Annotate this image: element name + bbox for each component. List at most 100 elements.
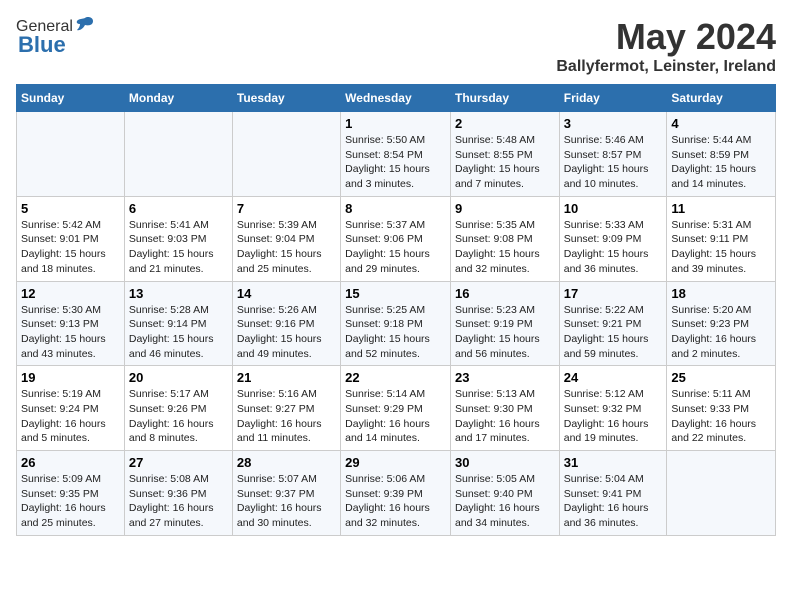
day-number: 1 bbox=[345, 116, 446, 131]
day-info: Sunrise: 5:35 AMSunset: 9:08 PMDaylight:… bbox=[455, 218, 555, 277]
day-info: Sunrise: 5:17 AMSunset: 9:26 PMDaylight:… bbox=[129, 387, 228, 446]
day-number: 19 bbox=[21, 370, 120, 385]
calendar-cell: 28 Sunrise: 5:07 AMSunset: 9:37 PMDayligh… bbox=[232, 451, 340, 536]
day-info: Sunrise: 5:04 AMSunset: 9:41 PMDaylight:… bbox=[564, 472, 663, 531]
day-info: Sunrise: 5:11 AMSunset: 9:33 PMDaylight:… bbox=[671, 387, 771, 446]
day-number: 3 bbox=[564, 116, 663, 131]
calendar-cell: 6 Sunrise: 5:41 AMSunset: 9:03 PMDaylight… bbox=[124, 196, 232, 281]
calendar-cell: 22 Sunrise: 5:14 AMSunset: 9:29 PMDayligh… bbox=[341, 366, 451, 451]
logo-blue-text: Blue bbox=[18, 32, 66, 58]
day-info: Sunrise: 5:28 AMSunset: 9:14 PMDaylight:… bbox=[129, 303, 228, 362]
calendar-cell: 3 Sunrise: 5:46 AMSunset: 8:57 PMDaylight… bbox=[559, 112, 667, 197]
day-info: Sunrise: 5:14 AMSunset: 9:29 PMDaylight:… bbox=[345, 387, 446, 446]
calendar-cell: 14Sunrise: 5:26 AMSunset: 9:16 PMDayligh… bbox=[232, 281, 340, 366]
day-number: 26 bbox=[21, 455, 120, 470]
day-info: Sunrise: 5:46 AMSunset: 8:57 PMDaylight:… bbox=[564, 133, 663, 192]
day-info: Sunrise: 5:26 AMSunset: 9:16 PMDaylight:… bbox=[237, 303, 336, 362]
day-info: Sunrise: 5:08 AMSunset: 9:36 PMDaylight:… bbox=[129, 472, 228, 531]
calendar-cell: 5 Sunrise: 5:42 AMSunset: 9:01 PMDaylight… bbox=[17, 196, 125, 281]
calendar-cell: 20 Sunrise: 5:17 AMSunset: 9:26 PMDayligh… bbox=[124, 366, 232, 451]
col-friday: Friday bbox=[559, 85, 667, 112]
calendar-cell: 2 Sunrise: 5:48 AMSunset: 8:55 PMDaylight… bbox=[450, 112, 559, 197]
day-info: Sunrise: 5:05 AMSunset: 9:40 PMDaylight:… bbox=[455, 472, 555, 531]
col-thursday: Thursday bbox=[450, 85, 559, 112]
calendar-cell: 25 Sunrise: 5:11 AMSunset: 9:33 PMDayligh… bbox=[667, 366, 776, 451]
day-number: 8 bbox=[345, 201, 446, 216]
day-number: 22 bbox=[345, 370, 446, 385]
calendar-cell: 7Sunrise: 5:39 AMSunset: 9:04 PMDaylight… bbox=[232, 196, 340, 281]
calendar-cell: 27 Sunrise: 5:08 AMSunset: 9:36 PMDayligh… bbox=[124, 451, 232, 536]
calendar-cell: 12 Sunrise: 5:30 AMSunset: 9:13 PMDayligh… bbox=[17, 281, 125, 366]
day-info: Sunrise: 5:12 AMSunset: 9:32 PMDaylight:… bbox=[564, 387, 663, 446]
calendar-cell: 1Sunrise: 5:50 AMSunset: 8:54 PMDaylight… bbox=[341, 112, 451, 197]
day-info: Sunrise: 5:09 AMSunset: 9:35 PMDaylight:… bbox=[21, 472, 120, 531]
col-saturday: Saturday bbox=[667, 85, 776, 112]
day-number: 30 bbox=[455, 455, 555, 470]
day-info: Sunrise: 5:48 AMSunset: 8:55 PMDaylight:… bbox=[455, 133, 555, 192]
day-info: Sunrise: 5:19 AMSunset: 9:24 PMDaylight:… bbox=[21, 387, 120, 446]
col-sunday: Sunday bbox=[17, 85, 125, 112]
day-number: 7 bbox=[237, 201, 336, 216]
day-number: 5 bbox=[21, 201, 120, 216]
day-number: 17 bbox=[564, 286, 663, 301]
day-number: 31 bbox=[564, 455, 663, 470]
day-number: 24 bbox=[564, 370, 663, 385]
header-row: Sunday Monday Tuesday Wednesday Thursday… bbox=[17, 85, 776, 112]
day-info: Sunrise: 5:30 AMSunset: 9:13 PMDaylight:… bbox=[21, 303, 120, 362]
calendar-cell bbox=[124, 112, 232, 197]
day-info: Sunrise: 5:41 AMSunset: 9:03 PMDaylight:… bbox=[129, 218, 228, 277]
calendar-cell: 26 Sunrise: 5:09 AMSunset: 9:35 PMDayligh… bbox=[17, 451, 125, 536]
day-info: Sunrise: 5:33 AMSunset: 9:09 PMDaylight:… bbox=[564, 218, 663, 277]
day-number: 6 bbox=[129, 201, 228, 216]
day-number: 25 bbox=[671, 370, 771, 385]
day-number: 10 bbox=[564, 201, 663, 216]
calendar-cell: 23Sunrise: 5:13 AMSunset: 9:30 PMDayligh… bbox=[450, 366, 559, 451]
title-area: May 2024 Ballyfermot, Leinster, Ireland bbox=[556, 16, 776, 76]
calendar-cell: 30 Sunrise: 5:05 AMSunset: 9:40 PMDayligh… bbox=[450, 451, 559, 536]
day-number: 16 bbox=[455, 286, 555, 301]
col-wednesday: Wednesday bbox=[341, 85, 451, 112]
calendar-cell: 4Sunrise: 5:44 AMSunset: 8:59 PMDaylight… bbox=[667, 112, 776, 197]
day-number: 15 bbox=[345, 286, 446, 301]
day-number: 28 bbox=[237, 455, 336, 470]
page-header: General Blue May 2024 Ballyfermot, Leins… bbox=[16, 16, 776, 76]
calendar-week-row: 19 Sunrise: 5:19 AMSunset: 9:24 PMDayligh… bbox=[17, 366, 776, 451]
calendar-cell: 8Sunrise: 5:37 AMSunset: 9:06 PMDaylight… bbox=[341, 196, 451, 281]
day-info: Sunrise: 5:31 AMSunset: 9:11 PMDaylight:… bbox=[671, 218, 771, 277]
day-number: 20 bbox=[129, 370, 228, 385]
calendar-cell: 17Sunrise: 5:22 AMSunset: 9:21 PMDayligh… bbox=[559, 281, 667, 366]
day-number: 11 bbox=[671, 201, 771, 216]
calendar-cell: 13Sunrise: 5:28 AMSunset: 9:14 PMDayligh… bbox=[124, 281, 232, 366]
calendar-cell: 18 Sunrise: 5:20 AMSunset: 9:23 PMDayligh… bbox=[667, 281, 776, 366]
calendar-body: 1Sunrise: 5:50 AMSunset: 8:54 PMDaylight… bbox=[17, 112, 776, 536]
calendar-cell bbox=[232, 112, 340, 197]
day-info: Sunrise: 5:13 AMSunset: 9:30 PMDaylight:… bbox=[455, 387, 555, 446]
logo: General Blue bbox=[16, 16, 95, 58]
calendar-cell: 16Sunrise: 5:23 AMSunset: 9:19 PMDayligh… bbox=[450, 281, 559, 366]
logo-bird-icon bbox=[75, 16, 95, 34]
calendar-cell: 21Sunrise: 5:16 AMSunset: 9:27 PMDayligh… bbox=[232, 366, 340, 451]
calendar-cell: 24 Sunrise: 5:12 AMSunset: 9:32 PMDayligh… bbox=[559, 366, 667, 451]
day-info: Sunrise: 5:16 AMSunset: 9:27 PMDaylight:… bbox=[237, 387, 336, 446]
calendar-week-row: 5 Sunrise: 5:42 AMSunset: 9:01 PMDaylight… bbox=[17, 196, 776, 281]
day-info: Sunrise: 5:07 AMSunset: 9:37 PMDaylight:… bbox=[237, 472, 336, 531]
day-number: 2 bbox=[455, 116, 555, 131]
calendar-cell: 11 Sunrise: 5:31 AMSunset: 9:11 PMDayligh… bbox=[667, 196, 776, 281]
day-number: 18 bbox=[671, 286, 771, 301]
day-number: 27 bbox=[129, 455, 228, 470]
calendar-week-row: 12 Sunrise: 5:30 AMSunset: 9:13 PMDayligh… bbox=[17, 281, 776, 366]
calendar-table: Sunday Monday Tuesday Wednesday Thursday… bbox=[16, 84, 776, 536]
calendar-cell: 31 Sunrise: 5:04 AMSunset: 9:41 PMDayligh… bbox=[559, 451, 667, 536]
calendar-cell: 10 Sunrise: 5:33 AMSunset: 9:09 PMDayligh… bbox=[559, 196, 667, 281]
col-tuesday: Tuesday bbox=[232, 85, 340, 112]
calendar-cell: 15 Sunrise: 5:25 AMSunset: 9:18 PMDayligh… bbox=[341, 281, 451, 366]
day-number: 12 bbox=[21, 286, 120, 301]
month-title: May 2024 bbox=[556, 16, 776, 58]
col-monday: Monday bbox=[124, 85, 232, 112]
day-info: Sunrise: 5:20 AMSunset: 9:23 PMDaylight:… bbox=[671, 303, 771, 362]
day-number: 9 bbox=[455, 201, 555, 216]
day-info: Sunrise: 5:25 AMSunset: 9:18 PMDaylight:… bbox=[345, 303, 446, 362]
calendar-week-row: 1Sunrise: 5:50 AMSunset: 8:54 PMDaylight… bbox=[17, 112, 776, 197]
calendar-cell: 19 Sunrise: 5:19 AMSunset: 9:24 PMDayligh… bbox=[17, 366, 125, 451]
day-info: Sunrise: 5:42 AMSunset: 9:01 PMDaylight:… bbox=[21, 218, 120, 277]
